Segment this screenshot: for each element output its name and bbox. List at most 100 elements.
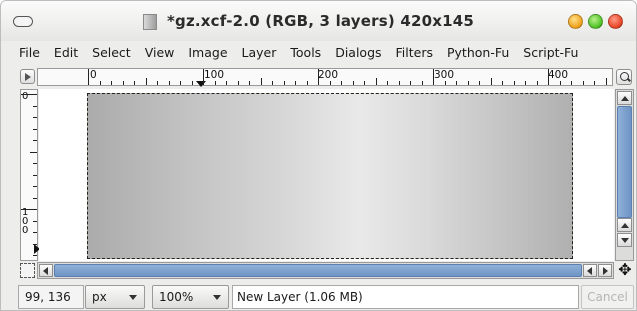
horizontal-scroll-row: ✥ xyxy=(1,261,636,280)
ruler-tick xyxy=(490,78,492,85)
move-icon[interactable]: ✥ xyxy=(616,261,634,279)
document-icon xyxy=(143,14,157,30)
zoom-value: 100% xyxy=(159,290,194,304)
menu-filters[interactable]: Filters xyxy=(389,45,440,60)
ruler-tick xyxy=(559,81,561,85)
ruler-tick xyxy=(33,140,37,141)
ruler-tick xyxy=(582,81,584,85)
ruler-tick xyxy=(33,232,37,233)
ruler-tick xyxy=(191,81,193,85)
ruler-tick xyxy=(456,81,457,85)
ruler-tick xyxy=(33,243,37,245)
ruler-tick xyxy=(318,69,319,85)
ruler-tick xyxy=(260,78,262,85)
ruler-label: 200 xyxy=(318,69,339,81)
window-title: *gz.xcf-2.0 (RGB, 3 layers) 420x145 xyxy=(167,12,475,30)
menu-layer[interactable]: Layer xyxy=(235,45,284,60)
ruler-tick xyxy=(467,81,469,85)
ruler-tick xyxy=(33,220,37,222)
ruler-tick xyxy=(536,81,538,85)
ruler-tick xyxy=(145,78,147,85)
window-menu-icon[interactable] xyxy=(13,16,33,27)
title-bar[interactable]: *gz.xcf-2.0 (RGB, 3 layers) 420x145 xyxy=(1,1,636,41)
maximize-button[interactable] xyxy=(588,14,603,29)
ruler-tick xyxy=(33,186,37,187)
ruler-tick xyxy=(283,81,285,85)
vertical-scroll-thumb[interactable] xyxy=(617,106,632,218)
ruler-tick xyxy=(214,81,216,85)
status-bar: 99, 136 px 100% New Layer (1.06 MB) Canc… xyxy=(1,282,636,310)
ruler-tick xyxy=(375,78,377,85)
ruler-tick xyxy=(387,81,388,85)
close-button[interactable] xyxy=(608,14,623,29)
ruler-tick xyxy=(295,81,296,85)
ruler-tick xyxy=(33,128,37,130)
menu-tools[interactable]: Tools xyxy=(283,45,328,60)
zoom-icon[interactable] xyxy=(616,69,632,85)
ruler-tick xyxy=(525,81,526,85)
quick-mask-icon[interactable] xyxy=(20,263,35,278)
menu-file[interactable]: File xyxy=(1,45,47,60)
ruler-tick xyxy=(122,81,124,85)
ruler-tick xyxy=(88,69,89,85)
ruler-tick xyxy=(364,81,365,85)
chevron-down-icon xyxy=(129,295,137,300)
scroll-right-button[interactable] xyxy=(598,264,612,277)
ruler-tick xyxy=(157,81,158,85)
menu-image[interactable]: Image xyxy=(181,45,234,60)
ruler-tick xyxy=(433,69,434,85)
ruler-tick xyxy=(352,81,354,85)
menu-script-fu[interactable]: Script-Fu xyxy=(516,45,585,60)
vertical-scrollbar[interactable] xyxy=(615,89,634,261)
ruler-tick xyxy=(33,105,37,107)
ruler-label: 100 xyxy=(204,69,225,81)
menu-bar: File Edit Select View Image Layer Tools … xyxy=(1,41,636,63)
ruler-tick xyxy=(329,81,331,85)
menu-view[interactable]: View xyxy=(138,45,182,60)
scroll-up-alt-button[interactable] xyxy=(617,218,632,232)
chevron-down-icon xyxy=(213,295,221,300)
scroll-left-alt-button[interactable] xyxy=(583,264,597,277)
ruler-tick xyxy=(99,81,101,85)
ruler-tick xyxy=(203,69,204,85)
unit-select[interactable]: px xyxy=(85,285,145,309)
ruler-tick xyxy=(571,81,572,85)
horizontal-ruler[interactable]: 0 100 200 300 400 xyxy=(37,68,613,87)
scroll-down-button[interactable] xyxy=(617,233,632,247)
horizontal-scrollbar[interactable] xyxy=(37,262,614,279)
ruler-tick xyxy=(134,81,135,85)
vertical-ruler[interactable]: 0 1 0 0 xyxy=(20,89,40,261)
ruler-tick xyxy=(513,81,515,85)
minimize-button[interactable] xyxy=(568,14,583,29)
canvas-area[interactable] xyxy=(39,89,614,261)
menu-dialogs[interactable]: Dialogs xyxy=(328,45,388,60)
ruler-tick xyxy=(33,163,37,164)
cancel-button[interactable]: Cancel xyxy=(581,285,634,309)
horizontal-scroll-thumb[interactable] xyxy=(54,264,582,277)
scroll-up-button[interactable] xyxy=(617,91,632,105)
menu-python-fu[interactable]: Python-Fu xyxy=(440,45,516,60)
image-canvas[interactable] xyxy=(87,93,573,259)
ruler-tick xyxy=(33,197,37,199)
menu-select[interactable]: Select xyxy=(85,45,138,60)
status-message: New Layer (1.06 MB) xyxy=(232,285,579,309)
ruler-tick xyxy=(398,81,400,85)
scroll-left-button[interactable] xyxy=(39,264,53,277)
ruler-tick xyxy=(226,81,227,85)
ruler-tick xyxy=(410,81,411,85)
ruler-tick xyxy=(180,81,181,85)
menu-edit[interactable]: Edit xyxy=(47,45,85,60)
ruler-tick xyxy=(272,81,273,85)
ruler-tick xyxy=(30,151,37,153)
ruler-tick xyxy=(444,81,446,85)
zoom-select[interactable]: 100% xyxy=(152,285,229,309)
ruler-label: 300 xyxy=(434,69,455,81)
ruler-tick xyxy=(237,81,239,85)
gimp-image-window: *gz.xcf-2.0 (RGB, 3 layers) 420x145 File… xyxy=(0,0,637,311)
ruler-tick xyxy=(21,94,37,95)
unit-value: px xyxy=(92,290,107,304)
navigate-icon[interactable] xyxy=(20,69,35,84)
ruler-tick xyxy=(421,81,423,85)
ruler-tick xyxy=(502,81,503,85)
ruler-tick xyxy=(605,78,607,85)
